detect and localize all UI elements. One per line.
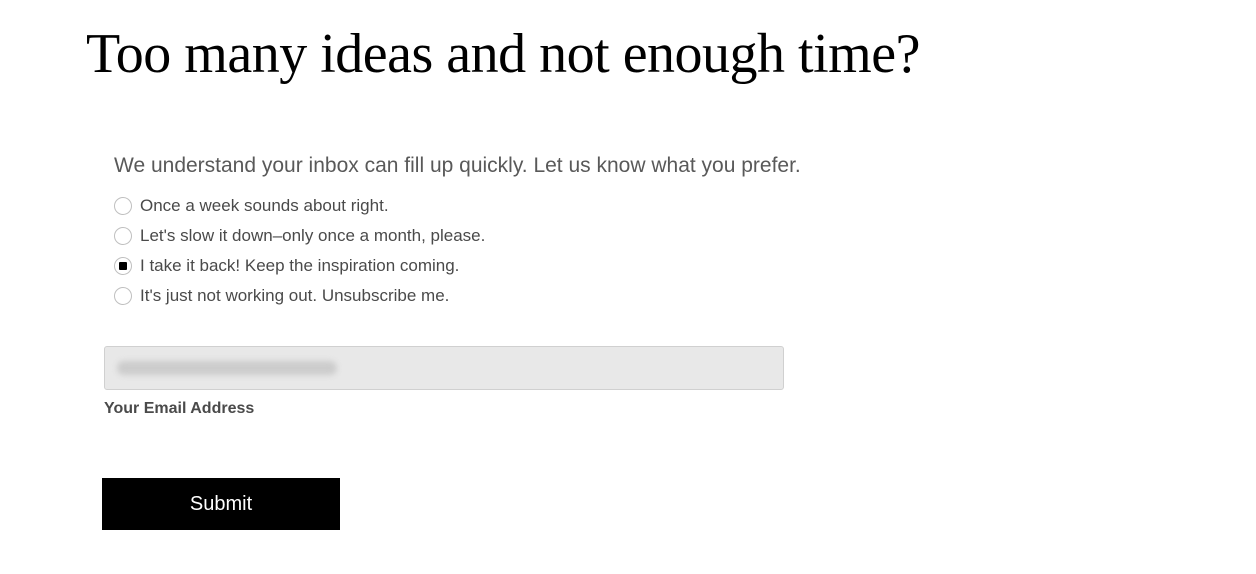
- submit-button[interactable]: Submit: [102, 478, 340, 530]
- radio-label: Let's slow it down–only once a month, pl…: [140, 226, 485, 246]
- email-input[interactable]: [104, 346, 784, 390]
- prompt-text: We understand your inbox can fill up qui…: [114, 154, 1256, 178]
- radio-option-monthly[interactable]: Let's slow it down–only once a month, pl…: [114, 226, 1256, 246]
- form-content: We understand your inbox can fill up qui…: [0, 86, 1256, 530]
- email-label: Your Email Address: [104, 400, 1256, 418]
- radio-icon: [114, 287, 132, 305]
- radio-icon: [114, 197, 132, 215]
- radio-icon: [114, 227, 132, 245]
- radio-option-weekly[interactable]: Once a week sounds about right.: [114, 196, 1256, 216]
- radio-option-unsubscribe[interactable]: It's just not working out. Unsubscribe m…: [114, 286, 1256, 306]
- frequency-radio-group: Once a week sounds about right. Let's sl…: [114, 196, 1256, 306]
- radio-label: It's just not working out. Unsubscribe m…: [140, 286, 449, 306]
- radio-icon: [114, 257, 132, 275]
- radio-label: I take it back! Keep the inspiration com…: [140, 256, 459, 276]
- page-title: Too many ideas and not enough time?: [0, 0, 1256, 86]
- radio-option-keep[interactable]: I take it back! Keep the inspiration com…: [114, 256, 1256, 276]
- radio-label: Once a week sounds about right.: [140, 196, 389, 216]
- email-value-obscured: [117, 361, 337, 375]
